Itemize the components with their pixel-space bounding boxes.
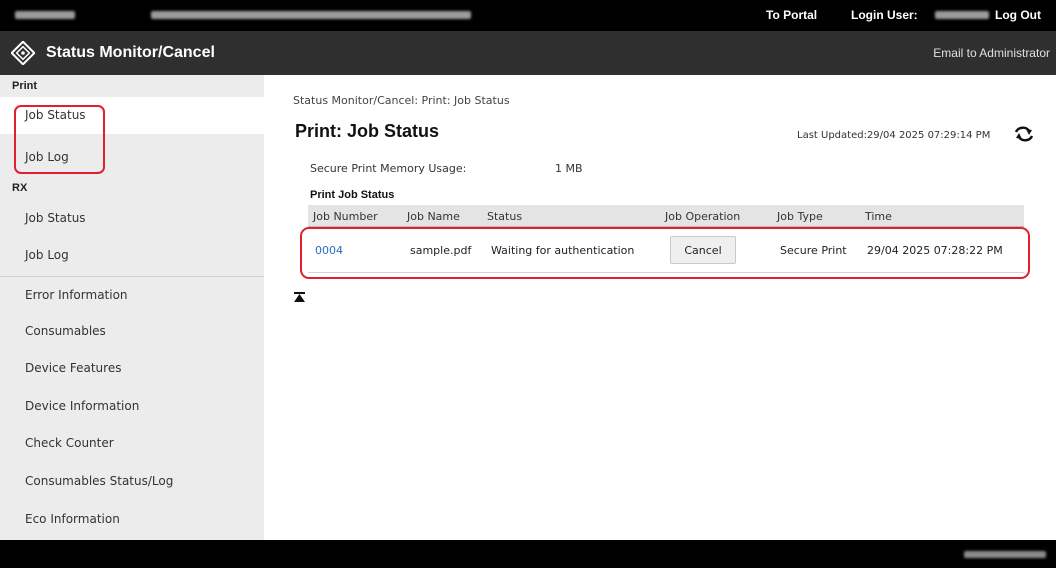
sidebar-item-label: Consumables Status/Log: [25, 474, 174, 488]
sidebar-item-rx-job-log[interactable]: Job Log: [0, 237, 264, 274]
sidebar-item-device-information[interactable]: Device Information: [0, 388, 264, 425]
memory-usage-value: 1 MB: [555, 162, 583, 175]
device-path-redacted: [151, 11, 471, 19]
memory-usage-label: Secure Print Memory Usage:: [310, 162, 467, 175]
footer: [0, 540, 1056, 568]
sidebar-item-label: Device Information: [25, 399, 140, 413]
back-to-top-icon[interactable]: [294, 292, 305, 302]
main-content: Status Monitor/Cancel: Print: Job Status…: [264, 75, 1056, 540]
column-job-name: Job Name: [407, 210, 460, 223]
cancel-button[interactable]: Cancel: [670, 236, 736, 264]
last-updated: Last Updated:29/04 2025 07:29:14 PM: [797, 130, 991, 141]
breadcrumb: Status Monitor/Cancel: Print: Job Status: [293, 94, 510, 107]
sidebar-item-check-counter[interactable]: Check Counter: [0, 425, 264, 462]
sidebar-section-rx: RX: [12, 182, 28, 194]
job-number-link[interactable]: 0004: [315, 244, 343, 257]
copyright-redacted: [964, 551, 1046, 558]
sidebar-item-consumables[interactable]: Consumables: [0, 313, 264, 350]
sidebar-item-error-information[interactable]: Error Information: [0, 276, 264, 313]
sidebar-item-print-job-log[interactable]: Job Log: [0, 139, 264, 176]
column-job-type: Job Type: [777, 210, 823, 223]
table-header: Job Number Job Name Status Job Operation…: [308, 205, 1024, 227]
refresh-icon[interactable]: [1012, 123, 1036, 145]
column-status: Status: [487, 210, 523, 223]
sidebar-item-label: Job Status: [25, 108, 86, 122]
app-title: Status Monitor/Cancel: [46, 44, 215, 61]
job-type: Secure Print: [780, 244, 847, 257]
job-status: Waiting for authentication: [491, 244, 635, 257]
sidebar-item-print-job-status[interactable]: Job Status: [0, 97, 264, 134]
sidebar-item-label: Check Counter: [25, 436, 114, 450]
sidebar: Print Job Status Job Log RX Job Status J…: [0, 75, 264, 540]
logo-icon: [11, 41, 35, 65]
top-bar: To Portal Login User: Log Out: [0, 0, 1056, 31]
title-bar: Status Monitor/Cancel Email to Administr…: [0, 31, 1056, 75]
job-name: sample.pdf: [410, 244, 472, 257]
login-user-label: Login User:: [851, 8, 918, 22]
table-row: 0004 sample.pdf Waiting for authenticati…: [308, 228, 1024, 273]
sidebar-item-label: Job Status: [25, 211, 86, 225]
to-portal-link[interactable]: To Portal: [766, 8, 817, 22]
sidebar-item-rx-job-status[interactable]: Job Status: [0, 200, 264, 237]
sidebar-item-label: Consumables: [25, 324, 106, 338]
email-admin-link[interactable]: Email to Administrator: [933, 46, 1050, 60]
job-time: 29/04 2025 07:28:22 PM: [867, 244, 1003, 257]
sidebar-item-consumables-status-log[interactable]: Consumables Status/Log: [0, 463, 264, 500]
page-title: Print: Job Status: [295, 121, 440, 141]
column-time: Time: [865, 210, 892, 223]
sidebar-item-eco-information[interactable]: Eco Information: [0, 501, 264, 538]
column-job-operation: Job Operation: [665, 210, 741, 223]
sidebar-item-label: Job Log: [25, 150, 69, 164]
logout-link[interactable]: Log Out: [995, 8, 1041, 22]
sidebar-item-device-features[interactable]: Device Features: [0, 350, 264, 387]
column-job-number: Job Number: [313, 210, 378, 223]
sidebar-item-label: Job Log: [25, 248, 69, 262]
product-name-redacted: [15, 11, 75, 19]
sidebar-item-label: Eco Information: [25, 512, 120, 526]
sidebar-item-label: Device Features: [25, 361, 122, 375]
print-job-status-heading: Print Job Status: [310, 189, 395, 201]
login-user-name-redacted: [935, 11, 989, 19]
sidebar-item-label: Error Information: [25, 288, 128, 302]
sidebar-section-print: Print: [12, 80, 38, 92]
